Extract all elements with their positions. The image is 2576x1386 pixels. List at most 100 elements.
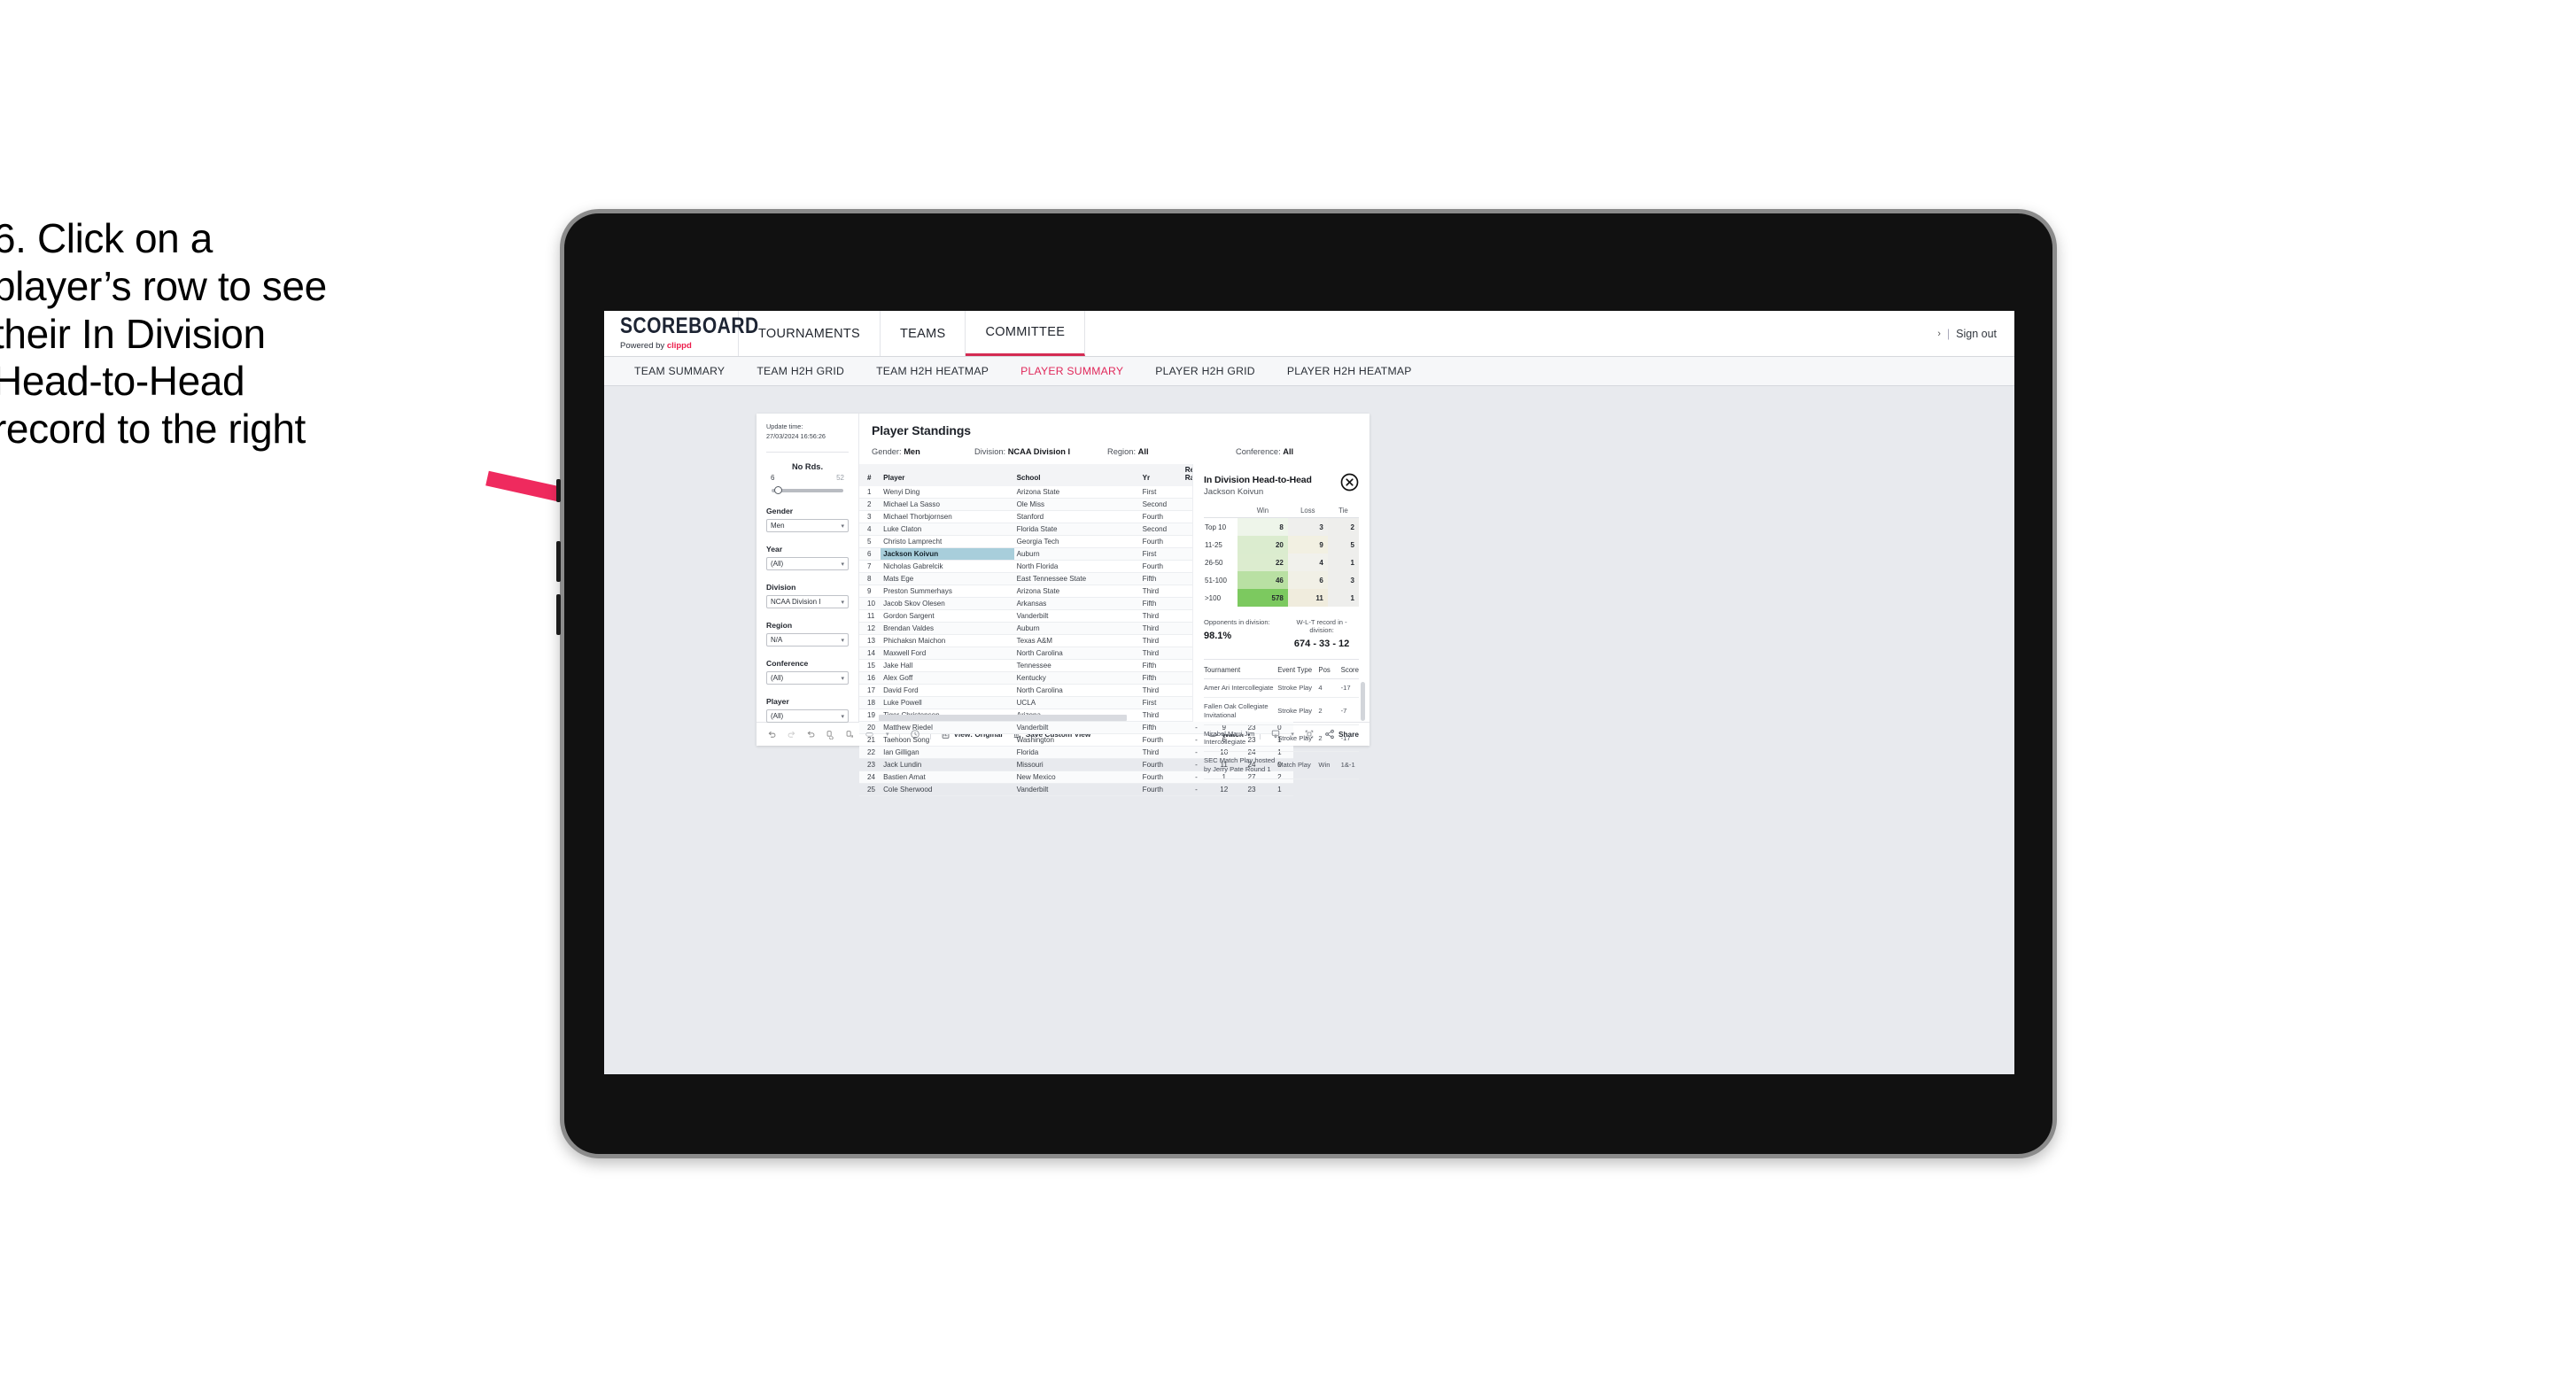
heatmap-cell[interactable]: 5 <box>1327 536 1359 554</box>
cell-conf-rank: 12 <box>1210 783 1238 797</box>
tournament-scrollbar[interactable] <box>1361 682 1365 721</box>
cell-yr: Fourth <box>1139 733 1183 747</box>
heatmap-cell[interactable]: 1 <box>1327 554 1359 571</box>
cell-player: Luke Claton <box>881 523 1014 537</box>
clock-icon[interactable] <box>910 729 920 739</box>
redo-icon[interactable] <box>787 730 796 739</box>
heatmap-cell[interactable]: 6 <box>1287 571 1328 589</box>
cell-player: David Ford <box>881 684 1014 698</box>
brand-logo[interactable]: SCOREBOARD Powered by clippd <box>604 311 758 356</box>
tab-team-h2h-grid[interactable]: TEAM H2H GRID <box>741 365 860 377</box>
filter-player: Player (All) ▾ <box>766 697 849 724</box>
cell-school: Washington <box>1013 733 1140 747</box>
tab-player-h2h-grid[interactable]: PLAYER H2H GRID <box>1139 365 1271 377</box>
heatmap-cell[interactable]: 22 <box>1238 554 1288 571</box>
gender-value: Men <box>771 522 785 530</box>
heatmap-cell[interactable]: 3 <box>1327 571 1359 589</box>
division-value: NCAA Division I <box>771 598 821 607</box>
cell-yr: Third <box>1139 634 1183 648</box>
cell-player: Michael Thorbjornsen <box>881 510 1014 524</box>
table-horizontal-scrollbar[interactable] <box>879 715 1127 721</box>
cell-school: Arizona State <box>1013 486 1140 499</box>
nav-committee[interactable]: COMMITTEE <box>966 311 1086 356</box>
tournament-score: -17 <box>1340 724 1359 753</box>
rounds-range: 6 52 <box>766 474 849 484</box>
cell-rank: 22 <box>859 746 881 760</box>
year-select[interactable]: (All) ▾ <box>766 557 849 571</box>
heatmap-cell[interactable]: 2 <box>1327 517 1359 536</box>
undo-icon[interactable] <box>767 730 777 739</box>
tab-player-h2h-heatmap[interactable]: PLAYER H2H HEATMAP <box>1271 365 1428 377</box>
tournament-score: -17 <box>1340 678 1359 698</box>
pill-icon[interactable] <box>865 730 876 739</box>
heatmap-cell[interactable]: 46 <box>1238 571 1288 589</box>
player-select[interactable]: (All) ▾ <box>766 709 849 724</box>
col-school[interactable]: School <box>1013 464 1140 487</box>
heatmap-cell[interactable]: 4 <box>1287 554 1328 571</box>
tab-team-h2h-heatmap[interactable]: TEAM H2H HEATMAP <box>860 365 1005 377</box>
cell-player: Christo Lamprecht <box>881 535 1014 549</box>
tournament-row[interactable]: SEC Match Play hosted by Jerry Pate Roun… <box>1204 751 1359 780</box>
sign-out-link[interactable]: Sign out <box>1956 328 1997 340</box>
table-row[interactable]: 25 Cole Sherwood Vanderbilt Fourth -12 23 1 <box>859 783 1293 797</box>
dashboard-panel: Update time: 27/03/2024 16:56:26 No Rds.… <box>757 414 1369 797</box>
cell-player: Taehoon Song <box>881 733 1014 747</box>
tournament-row[interactable]: Fallen Oak Collegiate Invitational Stroke… <box>1204 697 1359 725</box>
tournament-table: Tournament Event Type Pos Score Amer Ari… <box>1204 666 1359 780</box>
cell-school: North Carolina <box>1013 647 1140 661</box>
cell-school: Ole Miss <box>1013 498 1140 512</box>
cell-player: Preston Summerhays <box>881 585 1014 599</box>
col-player[interactable]: Player <box>881 464 1014 487</box>
heatmap-cell[interactable]: 9 <box>1287 536 1328 554</box>
tablet-device-frame: SCOREBOARD Powered by clippd TOURNAMENTS… <box>556 209 2057 1158</box>
logo-subtitle: Powered by clippd <box>620 341 738 351</box>
cell-school: Vanderbilt <box>1013 609 1140 623</box>
col-yr[interactable]: Yr <box>1139 464 1183 487</box>
cell-school: Florida State <box>1013 523 1140 537</box>
heatmap-cell[interactable]: 20 <box>1238 536 1288 554</box>
heatmap-cell[interactable]: 11 <box>1287 589 1328 607</box>
cell-rank: 5 <box>859 535 881 549</box>
cell-yr: Fifth <box>1139 572 1183 586</box>
heatmap-cell[interactable]: 1 <box>1327 589 1359 607</box>
heatmap-cell[interactable]: 8 <box>1238 517 1288 536</box>
cell-player: Jacob Skov Olesen <box>881 597 1014 611</box>
head-to-head-detail-panel: In Division Head-to-Head Jackson Koivun <box>1192 464 1369 780</box>
conference-select[interactable]: (All) ▾ <box>766 671 849 685</box>
tab-team-summary[interactable]: TEAM SUMMARY <box>618 365 741 377</box>
revert-icon[interactable] <box>806 730 816 739</box>
heatmap-row-label: 26-50 <box>1204 554 1238 571</box>
nav-tournaments[interactable]: TOURNAMENTS <box>739 311 881 356</box>
chevron-down-icon[interactable]: ▾ <box>886 731 889 738</box>
gender-select[interactable]: Men ▾ <box>766 519 849 533</box>
col-rank[interactable]: # <box>859 464 881 487</box>
cell-rank: 4 <box>859 523 881 537</box>
heatmap-cell[interactable]: 3 <box>1287 517 1328 536</box>
filter-division: Division NCAA Division I ▾ <box>766 583 849 609</box>
divider <box>766 452 849 453</box>
stat-label: W-L-T record in -division: <box>1296 618 1347 634</box>
rounds-label: No Rds. <box>791 462 824 472</box>
close-circle-icon[interactable] <box>1340 473 1359 492</box>
pause-data-icon[interactable] <box>845 730 855 739</box>
chevron-right-icon[interactable]: › <box>1937 329 1941 339</box>
refresh-data-icon[interactable] <box>826 730 835 739</box>
cell-rank: 8 <box>859 572 881 586</box>
tab-player-summary[interactable]: PLAYER SUMMARY <box>1005 365 1139 377</box>
tournament-row[interactable]: Amer Ari Intercollegiate Stroke Play 4 -17 <box>1204 678 1359 698</box>
download-icon[interactable] <box>1270 729 1281 739</box>
cell-school: Florida <box>1013 746 1140 760</box>
rounds-slider[interactable] <box>772 485 843 495</box>
slider-handle[interactable] <box>774 486 782 495</box>
nav-teams[interactable]: TEAMS <box>881 311 966 356</box>
region-select[interactable]: N/A ▾ <box>766 633 849 647</box>
fullscreen-icon[interactable] <box>1304 729 1315 739</box>
filter-label: Gender <box>766 507 794 516</box>
cell-yr: Fifth <box>1139 721 1183 735</box>
chevron-down-icon[interactable]: ▾ <box>1291 731 1294 738</box>
filter-conference: Conference (All) ▾ <box>766 659 849 685</box>
heatmap-cell[interactable]: 578 <box>1238 589 1288 607</box>
division-select[interactable]: NCAA Division I ▾ <box>766 595 849 609</box>
cell-school: North Carolina <box>1013 684 1140 698</box>
tournament-row[interactable]: Mirabel Maui Jim Intercollegiate Stroke P… <box>1204 724 1359 753</box>
